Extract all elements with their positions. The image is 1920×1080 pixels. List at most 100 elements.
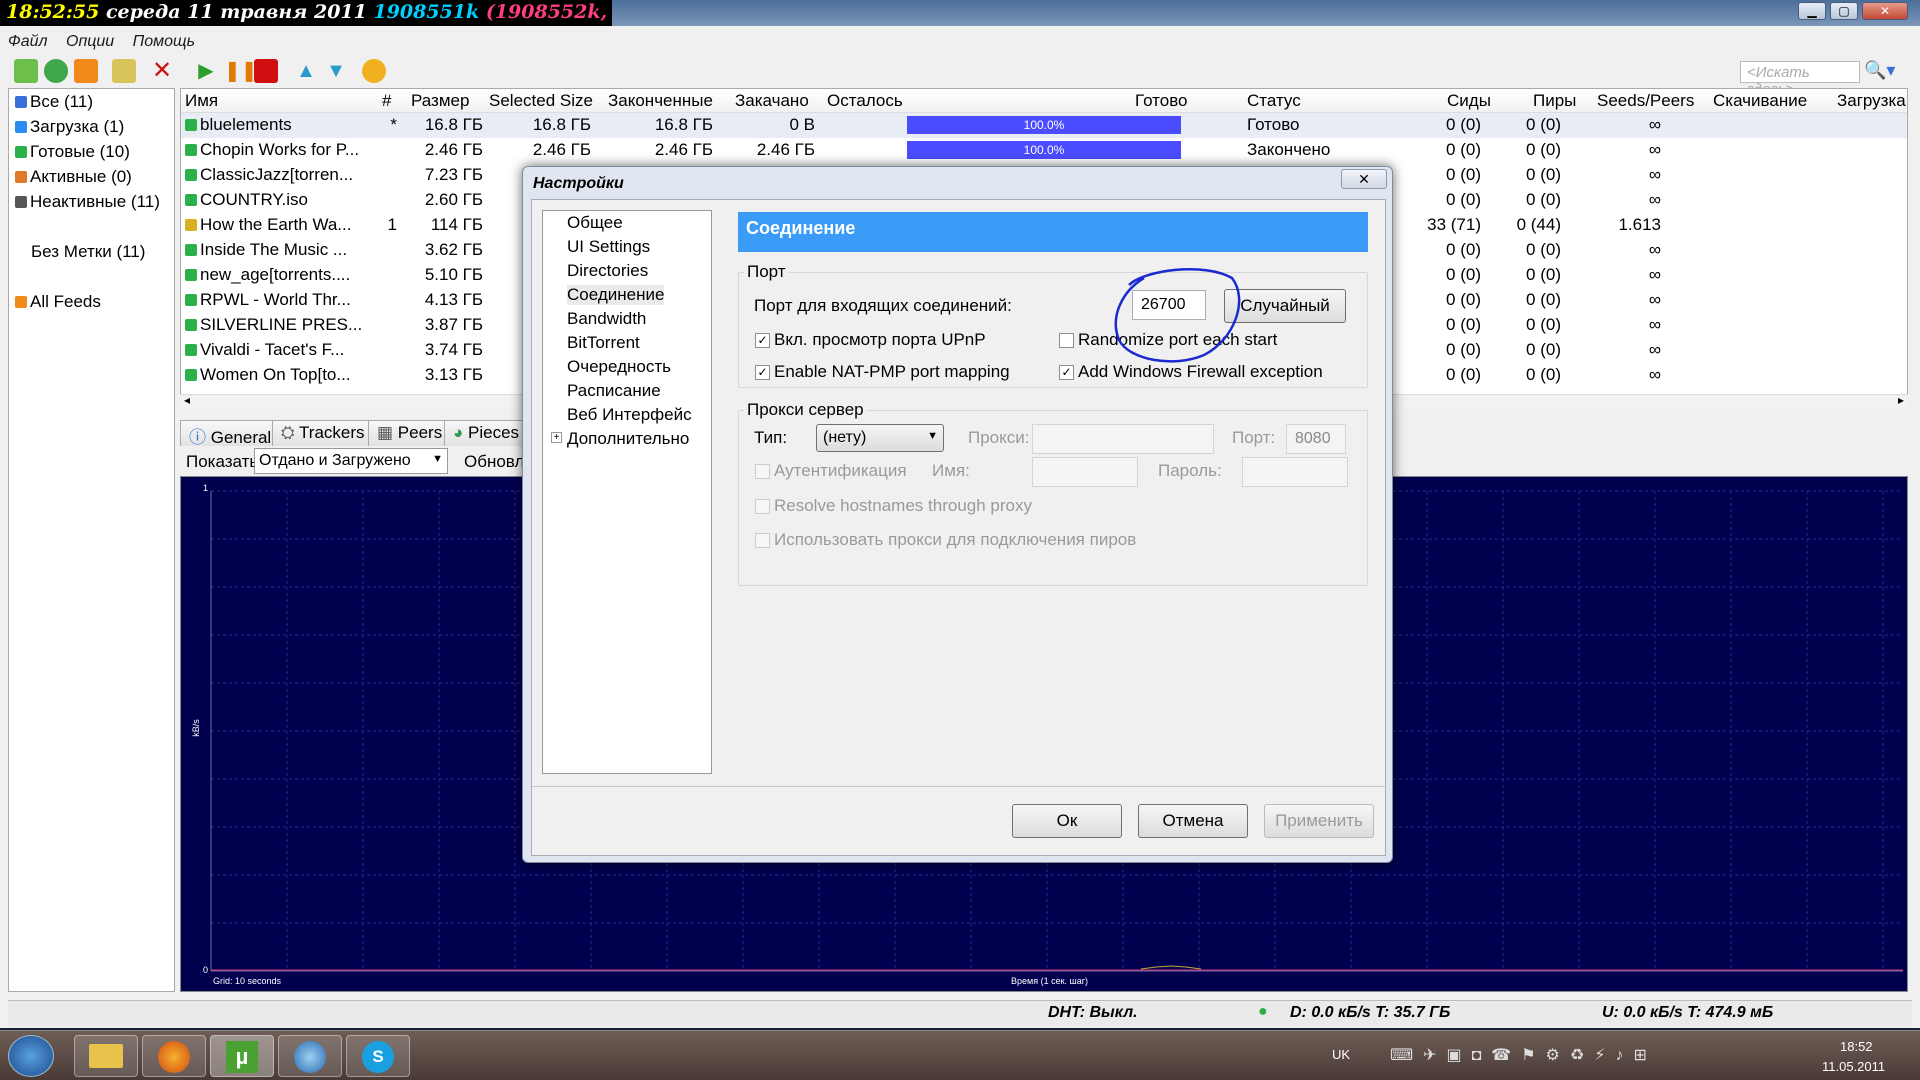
upnp-checkbox[interactable]: ✓ (755, 333, 770, 348)
apply-button[interactable]: Применить (1264, 804, 1374, 838)
handwritten-circle-annotation (1114, 267, 1241, 363)
stop-icon[interactable] (254, 59, 278, 83)
maximize-button[interactable]: ▢ (1830, 2, 1858, 20)
category-completed[interactable]: Готовые (10) (15, 142, 130, 162)
torrent-name: How the Earth Wa... (185, 215, 351, 235)
menu-options[interactable]: Опции (66, 33, 114, 50)
move-down-icon[interactable]: ▼ (324, 59, 348, 83)
col-remaining[interactable]: Осталось (827, 91, 903, 111)
proxy-type-select[interactable]: (нету) ▼ (816, 424, 944, 452)
cell-ratio: ∞ (1648, 265, 1661, 284)
randomize-port-checkbox[interactable] (1059, 333, 1074, 348)
tree-item-connection[interactable]: Соединение (567, 285, 665, 305)
firewall-checkbox[interactable]: ✓ (1059, 365, 1074, 380)
start-icon[interactable]: ▶ (194, 59, 218, 83)
col-seeds-peers[interactable]: Seeds/Peers (1597, 91, 1694, 111)
graph-mode-select[interactable]: Отдано и Загружено ▼ (254, 448, 448, 474)
category-all[interactable]: Все (11) (15, 92, 93, 112)
move-up-icon[interactable]: ▲ (294, 59, 318, 83)
ok-button[interactable]: Ок (1012, 804, 1122, 838)
tree-item-bandwidth[interactable]: Bandwidth (567, 309, 646, 329)
cell-ratio: ∞ (1648, 340, 1661, 359)
window-close-button[interactable]: ✕ (1862, 2, 1908, 20)
tab-trackers[interactable]: ⛭ Trackers (272, 420, 374, 446)
add-url-icon[interactable] (44, 59, 68, 83)
taskbar-explorer-icon[interactable] (74, 1035, 138, 1077)
clock-date[interactable]: 11.05.2011 (1822, 1059, 1885, 1074)
tree-item-queueing[interactable]: Очередность (567, 357, 671, 377)
category-all-feeds[interactable]: All Feeds (15, 292, 101, 312)
category-downloading[interactable]: Загрузка (1) (15, 117, 124, 137)
completed-icon (185, 344, 197, 356)
tree-item-web-ui[interactable]: Веб Интерфейс (567, 405, 692, 425)
taskbar-skype-icon[interactable]: S (346, 1035, 410, 1077)
proxy-peers-checkbox[interactable] (755, 533, 770, 548)
search-icon[interactable]: 🔍▾ (1864, 60, 1895, 81)
graph-grid-label: Grid: 10 seconds (213, 976, 282, 986)
table-row[interactable]: bluelements * 16.8 ГБ 16.8 ГБ 16.8 ГБ 0 B Гото… (181, 113, 1907, 138)
tray-icons[interactable]: ⌨✈▣◘☎⚑⚙♻⚡♪⊞ (1390, 1047, 1657, 1064)
progress-bar: 100.0% (907, 116, 1181, 134)
tab-pieces[interactable]: ◕ Pieces (444, 420, 529, 446)
tree-item-ui-settings[interactable]: UI Settings (567, 237, 650, 257)
settings-dialog: Настройки ✕ Общее UI Settings Directorie… (522, 166, 1393, 863)
category-no-label[interactable]: Без Метки (11) (31, 242, 145, 262)
natpmp-checkbox[interactable]: ✓ (755, 365, 770, 380)
col-size[interactable]: Размер (411, 91, 469, 111)
cancel-button[interactable]: Отмена (1138, 804, 1248, 838)
category-active[interactable]: Активные (0) (15, 167, 132, 187)
col-upload-speed[interactable]: Загрузка (1837, 91, 1906, 111)
tree-item-directories[interactable]: Directories (567, 261, 648, 281)
expand-icon[interactable]: + (551, 432, 562, 443)
tree-item-bittorrent[interactable]: BitTorrent (567, 333, 640, 353)
table-row[interactable]: Chopin Works for P... 2.46 ГБ 2.46 ГБ 2.46 … (181, 138, 1907, 163)
col-selected-size[interactable]: Selected Size (489, 91, 593, 111)
username-label: Имя: (932, 461, 970, 480)
rss-icon[interactable] (74, 59, 98, 83)
col-done[interactable]: Готово (1135, 91, 1188, 111)
add-torrent-icon[interactable] (14, 59, 38, 83)
proxy-port-input[interactable]: 8080 (1286, 424, 1346, 454)
search-input[interactable]: <Искать здесь> (1740, 61, 1860, 98)
scroll-left-icon[interactable]: ◂ (184, 393, 190, 407)
username-input[interactable] (1032, 457, 1138, 487)
system-tray-icons[interactable]: ⌨✈▣◘☎⚑⚙♻⚡♪⊞ (1390, 1045, 1780, 1065)
col-num[interactable]: # (382, 91, 391, 111)
proxy-host-input[interactable] (1032, 424, 1214, 454)
minimize-button[interactable]: ▁ (1798, 2, 1826, 20)
tab-general[interactable]: ⓘ General (180, 420, 281, 447)
taskbar-firefox-icon[interactable] (142, 1035, 206, 1077)
col-download-speed[interactable]: Скачивание (1713, 91, 1807, 111)
tab-peers[interactable]: ▦ Peers (368, 420, 452, 446)
create-torrent-icon[interactable] (112, 59, 136, 83)
port-group-label: Порт (744, 262, 789, 282)
clock-time[interactable]: 18:52 (1840, 1039, 1873, 1054)
scroll-right-icon[interactable]: ▸ (1898, 393, 1904, 407)
section-header: Соединение (738, 212, 1368, 252)
col-status[interactable]: Статус (1247, 91, 1301, 111)
menu-help[interactable]: Помощь (133, 33, 195, 50)
category-inactive[interactable]: Неактивные (11) (15, 192, 160, 212)
network-ok-icon: ● (1258, 1003, 1268, 1020)
taskbar-utorrent-icon[interactable]: µ (210, 1035, 274, 1077)
pause-icon[interactable]: ❚❚ (224, 59, 258, 83)
start-button[interactable] (8, 1035, 54, 1077)
col-completed[interactable]: Законченные (608, 91, 713, 111)
password-input[interactable] (1242, 457, 1348, 487)
remove-icon[interactable]: ✕ (150, 59, 174, 83)
language-indicator[interactable]: UK (1332, 1047, 1350, 1062)
menu-file[interactable]: Файл (8, 33, 48, 50)
tree-item-general[interactable]: Общее (567, 213, 623, 233)
preferences-icon[interactable] (362, 59, 386, 83)
col-peers[interactable]: Пиры (1533, 91, 1576, 111)
col-seeds[interactable]: Сиды (1447, 91, 1491, 111)
tree-item-advanced[interactable]: Дополнительно (567, 429, 689, 449)
taskbar-ie-icon[interactable] (278, 1035, 342, 1077)
auth-checkbox[interactable] (755, 464, 770, 479)
tree-item-scheduler[interactable]: Расписание (567, 381, 661, 401)
col-name[interactable]: Имя (185, 91, 218, 111)
col-downloaded[interactable]: Закачано (735, 91, 809, 111)
trackers-icon: ⛭ (281, 423, 295, 442)
resolve-hostnames-checkbox[interactable] (755, 499, 770, 514)
dialog-close-button[interactable]: ✕ (1341, 169, 1387, 189)
